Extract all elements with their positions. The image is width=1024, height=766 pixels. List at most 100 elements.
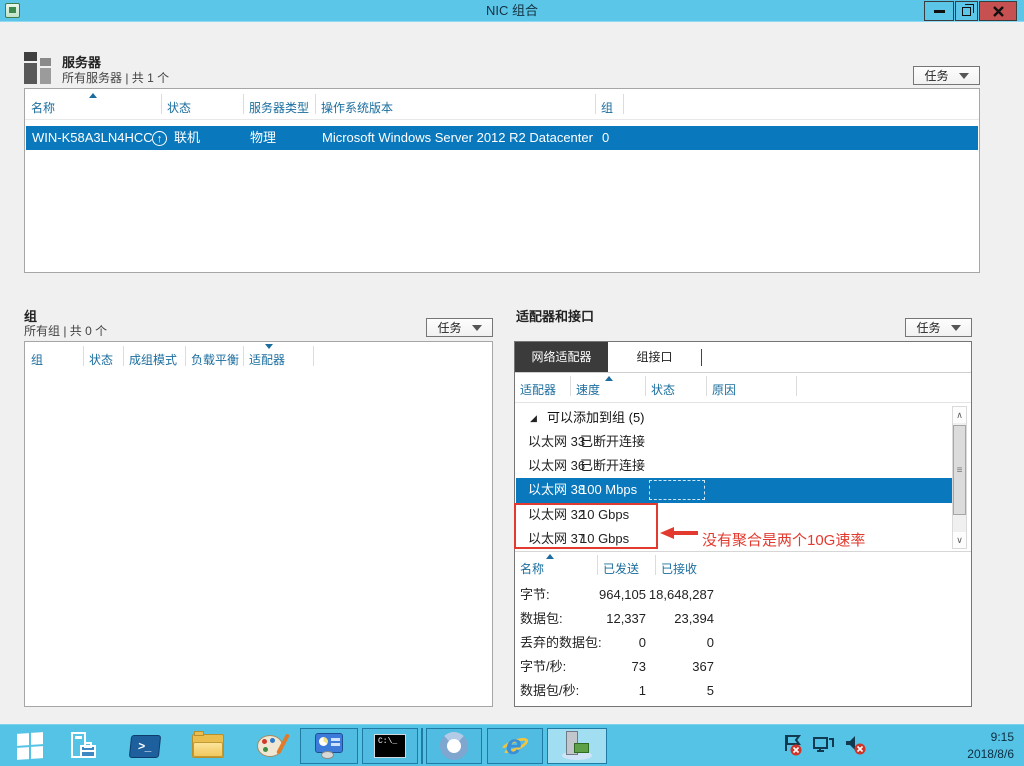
action-center-flag-icon[interactable] xyxy=(782,733,804,757)
server-os: Microsoft Windows Server 2012 R2 Datacen… xyxy=(322,126,593,150)
col-state[interactable]: 状态 xyxy=(651,381,675,398)
nic-teaming-app-button[interactable] xyxy=(547,728,607,764)
adapter-row[interactable]: 以太网 33 已断开连接 xyxy=(516,430,952,454)
col-teaming-mode[interactable]: 成组模式 xyxy=(129,351,177,368)
adapter-speed: 100 Mbps xyxy=(580,478,637,502)
restore-icon xyxy=(962,7,971,16)
adapter-row[interactable]: 以太网 36 已断开连接 xyxy=(516,454,952,478)
col-teams[interactable]: 组 xyxy=(601,99,613,116)
clock-date: 2018/8/6 xyxy=(967,746,1014,763)
paint-palette-icon xyxy=(257,733,285,759)
clock[interactable]: 9:15 2018/8/6 xyxy=(967,729,1014,763)
command-prompt-button[interactable]: C:\_ xyxy=(362,728,418,764)
adapter-row-selected[interactable]: 以太网 38 100 Mbps xyxy=(516,478,952,503)
server-manager-icon xyxy=(67,731,97,761)
adapters-title: 适配器和接口 xyxy=(516,306,594,325)
stat-row: 数据包/秒: 1 5 xyxy=(515,679,971,703)
server-team-count: 0 xyxy=(602,126,609,150)
servers-tasks-button[interactable]: 任务 xyxy=(913,66,980,85)
window-titlebar: NIC 组合 xyxy=(0,0,1024,22)
col-os-version[interactable]: 操作系统版本 xyxy=(321,99,393,116)
display-settings-icon xyxy=(313,733,345,759)
focus-rect xyxy=(649,480,705,500)
stat-received: 18,648,287 xyxy=(639,583,714,607)
app-swirl-button[interactable] xyxy=(426,728,482,764)
file-explorer-button[interactable] xyxy=(186,728,230,764)
col-reason[interactable]: 原因 xyxy=(712,381,736,398)
powershell-icon: >_ xyxy=(129,735,161,758)
tab-network-adapters[interactable]: 网络适配器 xyxy=(515,342,608,372)
minimize-icon xyxy=(934,10,945,13)
window-title: NIC 组合 xyxy=(0,0,1024,22)
volume-icon[interactable] xyxy=(844,733,868,757)
sort-asc-icon xyxy=(546,554,554,559)
col-speed[interactable]: 速度 xyxy=(576,381,600,398)
stat-received: 0 xyxy=(639,631,714,655)
start-button[interactable] xyxy=(8,728,52,764)
adapter-name: 以太网 38 xyxy=(528,478,585,502)
stat-received: 5 xyxy=(639,679,714,703)
teams-tasks-button[interactable]: 任务 xyxy=(426,318,493,337)
stat-row: 丢弃的数据包: 0 0 xyxy=(515,631,971,655)
window-stack-divider xyxy=(421,728,423,764)
teams-table: 组 状态 成组模式 负载平衡 适配器 xyxy=(24,341,493,707)
servers-subtitle: 所有服务器 | 共 1 个 xyxy=(62,69,169,86)
sort-asc-icon xyxy=(89,93,97,98)
annotation-arrow-icon xyxy=(660,527,698,540)
group-label: 可以添加到组 (5) xyxy=(547,406,645,430)
adapter-speed: 已断开连接 xyxy=(580,454,645,478)
col-stat-name[interactable]: 名称 xyxy=(520,560,544,577)
col-adapter[interactable]: 适配器 xyxy=(520,381,556,398)
stat-sent: 12,337 xyxy=(571,607,646,631)
server-manager-button[interactable] xyxy=(60,728,104,764)
chevron-down-icon xyxy=(959,73,969,79)
stat-received: 367 xyxy=(639,655,714,679)
close-icon xyxy=(993,6,1004,17)
stat-label: 字节: xyxy=(520,583,550,607)
col-sent[interactable]: 已发送 xyxy=(603,560,639,577)
stat-sent: 964,105 xyxy=(571,583,646,607)
adapter-name: 以太网 36 xyxy=(528,454,585,478)
col-received[interactable]: 已接收 xyxy=(661,560,697,577)
server-status: 联机 xyxy=(174,126,200,150)
col-name[interactable]: 名称 xyxy=(31,99,55,116)
tasks-label: 任务 xyxy=(916,319,940,336)
close-button[interactable] xyxy=(979,1,1017,21)
servers-table: 名称 状态 服务器类型 操作系统版本 组 WIN-K58A3LN4HCC ↑ 联… xyxy=(24,88,980,273)
clock-time: 9:15 xyxy=(967,729,1014,746)
swirl-app-icon xyxy=(440,732,468,760)
col-adapters[interactable]: 适配器 xyxy=(249,351,285,368)
tasks-label: 任务 xyxy=(437,319,461,336)
scrollbar-thumb[interactable]: ≡ xyxy=(953,425,966,515)
network-status-icon[interactable] xyxy=(812,733,836,757)
col-team-status[interactable]: 状态 xyxy=(89,351,113,368)
taskbar: >_ C:\_ e xyxy=(0,724,1024,766)
servers-icon xyxy=(24,52,56,84)
stat-sent: 1 xyxy=(571,679,646,703)
app-icon xyxy=(5,3,20,18)
scrollbar[interactable]: ∧ ≡ ∨ xyxy=(952,406,967,549)
restore-button[interactable] xyxy=(955,1,978,21)
scrollbar-up-button[interactable]: ∧ xyxy=(953,407,966,423)
powershell-button[interactable]: >_ xyxy=(123,728,167,764)
col-load-balancing[interactable]: 负载平衡 xyxy=(191,351,239,368)
paint-button[interactable] xyxy=(249,728,293,764)
col-team[interactable]: 组 xyxy=(31,351,43,368)
adapters-tasks-button[interactable]: 任务 xyxy=(905,318,972,337)
col-status[interactable]: 状态 xyxy=(167,99,191,116)
internet-explorer-button[interactable]: e xyxy=(487,728,543,764)
col-server-type[interactable]: 服务器类型 xyxy=(249,99,309,116)
folder-icon xyxy=(192,734,224,758)
scrollbar-down-button[interactable]: ∨ xyxy=(953,532,966,548)
adapter-group-header[interactable]: ◢ 可以添加到组 (5) xyxy=(516,406,952,430)
annotation-text: 没有聚合是两个10G速率 xyxy=(702,529,865,550)
windows-logo-icon xyxy=(17,732,43,760)
display-settings-button[interactable] xyxy=(300,728,358,764)
tab-team-interfaces[interactable]: 组接口 xyxy=(608,342,701,372)
stat-row: 数据包: 12,337 23,394 xyxy=(515,607,971,631)
server-row[interactable]: WIN-K58A3LN4HCC ↑ 联机 物理 Microsoft Window… xyxy=(26,126,978,150)
minimize-button[interactable] xyxy=(924,1,954,21)
sort-desc-icon xyxy=(265,344,273,349)
group-expanded-icon: ◢ xyxy=(530,413,537,424)
nic-teaming-icon xyxy=(560,731,594,761)
